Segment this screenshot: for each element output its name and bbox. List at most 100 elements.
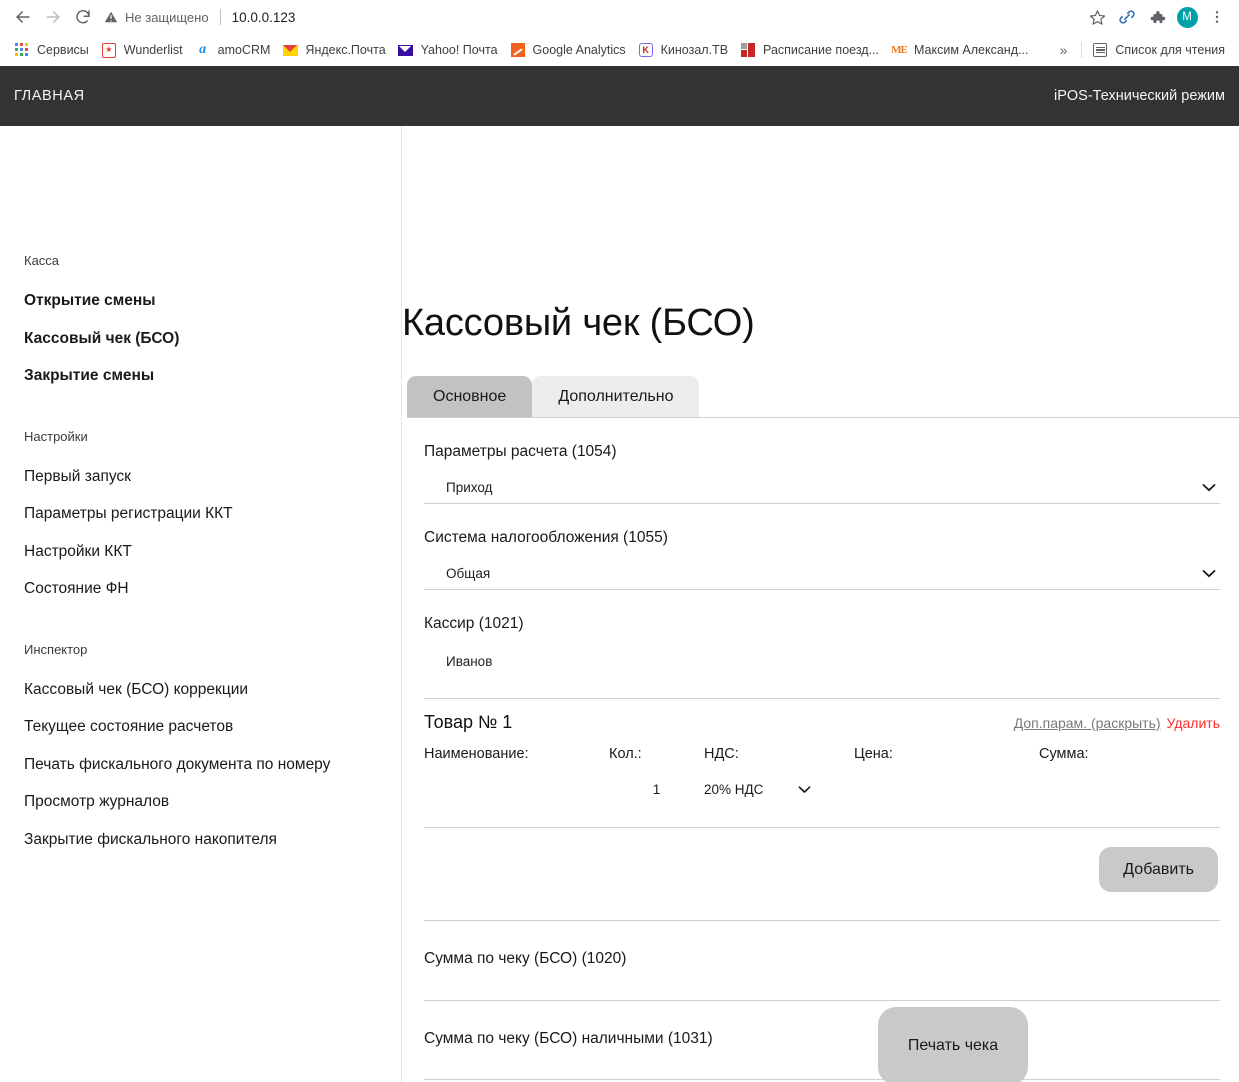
bookmark-item-services[interactable]: Сервисы: [10, 39, 97, 61]
column-header-sum: Сумма:: [1039, 745, 1089, 762]
yandex-mail-icon: [282, 42, 298, 58]
train-schedule-icon: [740, 42, 756, 58]
sidebar-item-kkt-settings[interactable]: Настройки ККТ: [24, 543, 401, 560]
url-text[interactable]: 10.0.0.123: [232, 10, 296, 25]
sidebar-item-cash-receipt[interactable]: Кассовый чек (БСО): [24, 330, 401, 347]
bookmark-label: Яндекс.Почта: [305, 43, 386, 57]
tax-system-value: Общая: [446, 565, 491, 581]
tab-dopolnitelno[interactable]: Дополнительно: [532, 376, 700, 418]
delete-product-link[interactable]: Удалить: [1167, 715, 1220, 731]
form-area: Параметры расчета (1054) Приход Система …: [402, 444, 1239, 1082]
sidebar-item-view-logs[interactable]: Просмотр журналов: [24, 794, 401, 810]
bookmark-item-yahoo-mail[interactable]: Yahoo! Почта: [394, 39, 506, 61]
cashier-label: Кассир (1021): [424, 615, 524, 633]
total-input-1020[interactable]: [424, 973, 1220, 1001]
omnibox[interactable]: Не защищено 10.0.0.123: [104, 3, 1083, 31]
product-row: 1 20% НДС: [424, 782, 1220, 797]
bookmark-label: Yahoo! Почта: [420, 43, 498, 57]
bookmark-item-google-analytics[interactable]: Google Analytics: [506, 39, 634, 61]
main-content: Кассовый чек (БСО) Основное Дополнительн…: [402, 126, 1239, 1082]
page-body: Касса Открытие смены Кассовый чек (БСО) …: [0, 126, 1239, 1082]
omnibox-divider: [219, 9, 221, 25]
calc-params-label: Параметры расчета (1054): [424, 443, 617, 461]
bookmark-label: Сервисы: [37, 43, 89, 57]
product-vat-value: 20% НДС: [704, 781, 764, 797]
more-params-link[interactable]: Доп.парам. (раскрыть): [1014, 715, 1161, 731]
calc-params-select[interactable]: Приход: [424, 467, 1220, 505]
product-qty-input[interactable]: 1: [609, 782, 704, 797]
add-row: Добавить: [424, 828, 1220, 893]
bookmark-item-kinozal[interactable]: Кинозал.ТВ: [634, 39, 736, 61]
me-icon: ME: [891, 44, 907, 56]
sidebar-item-close-shift[interactable]: Закрытие смены: [24, 368, 401, 384]
page-title: Кассовый чек (БСО): [402, 302, 755, 344]
product-actions: Доп.парам. (раскрыть) Удалить: [1014, 716, 1220, 730]
three-dots-menu-icon[interactable]: [1203, 3, 1231, 31]
tab-osnovnoe[interactable]: Основное: [407, 376, 533, 418]
sidebar-item-close-fiscal-drive[interactable]: Закрытие фискального накопителя: [24, 831, 401, 848]
bookmark-item-wunderlist[interactable]: Wunderlist: [97, 39, 191, 61]
bookmark-item-amocrm[interactable]: a amoCRM: [191, 39, 279, 61]
tabs-underline: [407, 417, 1239, 419]
reading-list-label: Список для чтения: [1115, 43, 1225, 57]
bookmarks-bar: Сервисы Wunderlist a amoCRM Яндекс.Почта…: [0, 34, 1239, 66]
sidebar-item-first-launch[interactable]: Первый запуск: [24, 468, 401, 485]
link-extension-icon[interactable]: [1113, 3, 1141, 31]
sidebar-item-fn-state[interactable]: Состояние ФН: [24, 581, 401, 597]
tax-system-select[interactable]: Общая: [424, 553, 1220, 591]
reading-list-button[interactable]: Список для чтения: [1088, 39, 1233, 61]
sidebar-item-kkt-registration[interactable]: Параметры регистрации ККТ: [24, 506, 401, 522]
bookmark-item-train-schedule[interactable]: Расписание поезд...: [736, 39, 887, 61]
sidebar-group-title-settings: Настройки: [24, 428, 88, 444]
sidebar-item-print-fiscal-doc[interactable]: Печать фискального документа по номеру: [24, 756, 401, 773]
sidebar-group-title-inspector: Инспектор: [24, 641, 88, 657]
bookmark-item-yandex-mail[interactable]: Яндекс.Почта: [278, 39, 393, 61]
totals-divider: [424, 920, 1220, 922]
tax-system-label: Система налогообложения (1055): [424, 529, 668, 547]
app-mode-label: iPOS-Технический режим: [1054, 88, 1225, 104]
toolbar-right-actions: M: [1083, 3, 1231, 31]
bookmark-label: Wunderlist: [123, 43, 183, 57]
print-receipt-button[interactable]: Печать чека: [878, 1007, 1028, 1082]
bookmarks-overflow-button[interactable]: »: [1052, 42, 1076, 58]
bookmark-label: Максим Александ...: [914, 43, 1029, 57]
app-brand[interactable]: ГЛАВНАЯ: [14, 88, 85, 104]
bookmark-label: Кинозал.ТВ: [660, 43, 729, 57]
amocrm-icon: a: [199, 42, 207, 57]
puzzle-extensions-icon[interactable]: [1143, 3, 1171, 31]
column-header-qty: Кол.:: [609, 745, 642, 762]
security-status[interactable]: Не защищено: [104, 10, 209, 25]
warning-triangle-icon: [104, 10, 118, 24]
product-title: Товар № 1: [424, 711, 513, 732]
chevron-down-icon: [1202, 483, 1216, 492]
chevron-down-icon: [797, 785, 811, 794]
avatar[interactable]: M: [1173, 3, 1201, 31]
bookmark-item-maksim[interactable]: ME Максим Александ...: [887, 39, 1036, 61]
forward-arrow-icon[interactable]: [38, 2, 68, 32]
totals-section: Сумма по чеку (БСО) (1020) Сумма по чеку…: [424, 951, 1220, 1082]
calc-params-value: Приход: [446, 479, 493, 495]
back-arrow-icon[interactable]: [8, 2, 38, 32]
apps-grid-icon: [14, 42, 30, 58]
sidebar-item-correction-receipt[interactable]: Кассовый чек (БСО) коррекции: [24, 681, 401, 698]
total-label-1020: Сумма по чеку (БСО) (1020): [424, 950, 627, 968]
security-label: Не защищено: [125, 9, 209, 25]
sidebar-item-open-shift[interactable]: Открытие смены: [24, 293, 401, 309]
total-input-1031[interactable]: [424, 1052, 1220, 1081]
sidebar-item-current-settlements[interactable]: Текущее состояние расчетов: [24, 719, 401, 735]
cashier-input[interactable]: Иванов: [424, 639, 1220, 680]
column-header-price: Цена:: [854, 745, 893, 762]
product-header: Товар № 1 Доп.парам. (раскрыть) Удалить: [424, 713, 1220, 731]
reload-icon[interactable]: [68, 2, 98, 32]
tabs: Основное Дополнительно: [402, 376, 1239, 418]
total-label-1031: Сумма по чеку (БСО) наличными (1031): [424, 1029, 713, 1047]
yahoo-mail-icon: [398, 42, 414, 58]
reading-list-icon: [1092, 42, 1108, 58]
bookmark-star-icon[interactable]: [1083, 3, 1111, 31]
add-button[interactable]: Добавить: [1099, 846, 1218, 893]
kinozal-icon: [638, 42, 654, 58]
product-vat-select[interactable]: 20% НДС: [704, 782, 854, 797]
sidebar: Касса Открытие смены Кассовый чек (БСО) …: [0, 126, 402, 1082]
bookmark-label: amoCRM: [217, 43, 271, 57]
